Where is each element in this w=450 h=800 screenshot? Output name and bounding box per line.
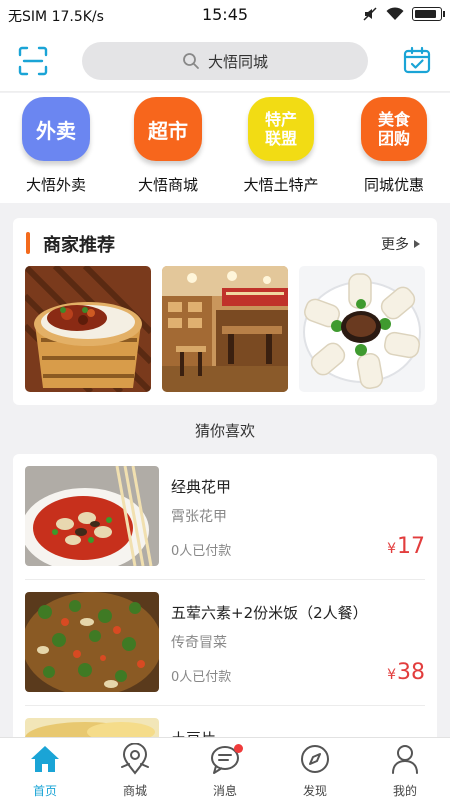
takeout-badge: 外卖 xyxy=(22,97,90,161)
item-paid-count: 0人已付款 xyxy=(171,544,232,559)
item-thumbnail xyxy=(25,592,159,692)
price-value: 17 xyxy=(397,534,425,559)
merchant-recommend-card: 商家推荐 更多 xyxy=(13,218,437,405)
restaurant-interior-image xyxy=(162,266,288,392)
mala-dish-image xyxy=(25,592,159,692)
tab-discover[interactable]: 发现 xyxy=(270,738,360,800)
map-pin-icon xyxy=(121,743,149,775)
person-icon xyxy=(392,745,418,774)
tab-label: 我的 xyxy=(392,784,417,798)
merchant-photo-restaurant[interactable] xyxy=(162,266,288,392)
wifi-icon xyxy=(386,7,404,20)
status-right xyxy=(362,6,445,22)
merchant-title: 商家推荐 xyxy=(43,235,115,256)
quick-link-specialty[interactable]: 特产 联盟 大悟土特产 xyxy=(225,97,337,195)
tab-home[interactable]: 首页 xyxy=(0,738,90,800)
clams-dish-image xyxy=(25,466,159,566)
quick-link-takeout[interactable]: 外卖 大悟外卖 xyxy=(0,97,112,195)
tab-messages[interactable]: 消息 xyxy=(180,738,270,800)
battery-icon xyxy=(412,7,445,21)
group-buy-badge: 美食 团购 xyxy=(361,97,427,161)
merchant-photo-rolls[interactable] xyxy=(299,266,425,392)
price-value: 38 xyxy=(397,660,425,685)
item-name: 五荤六素+2份米饭（2人餐） xyxy=(171,604,368,622)
quick-link-label: 大悟商城 xyxy=(137,176,198,194)
item-price: ¥17 xyxy=(387,534,425,559)
scan-icon[interactable] xyxy=(18,46,48,76)
supermarket-badge: 超市 xyxy=(134,97,202,161)
item-shop: 霄张花甲 xyxy=(171,509,227,525)
tab-label: 首页 xyxy=(32,784,57,798)
tab-profile[interactable]: 我的 xyxy=(360,738,450,800)
bottom-tab-bar: 首页 商城 消息 发现 我的 xyxy=(0,737,450,800)
quick-link-label: 大悟土特产 xyxy=(243,176,319,194)
battery-fill xyxy=(415,10,436,18)
recommend-list: 经典花甲 霄张花甲 0人已付款 ¥17 五荤六素+2份米饭（2人餐） 传奇冒菜 … xyxy=(13,454,437,754)
item-name: 经典花甲 xyxy=(171,478,232,496)
item-thumbnail xyxy=(25,466,159,566)
search-icon xyxy=(183,53,199,69)
calendar-check-icon[interactable] xyxy=(402,45,432,75)
tab-label: 发现 xyxy=(302,784,327,798)
quick-link-group-buy[interactable]: 美食 团购 同城优惠 xyxy=(338,97,450,195)
guess-section-title: 猜你喜欢 xyxy=(194,422,255,440)
quick-link-label: 大悟外卖 xyxy=(25,176,86,194)
tab-label: 消息 xyxy=(212,784,237,798)
item-paid-count: 0人已付款 xyxy=(171,670,232,685)
status-bar: 无SIM 17.5K/s 15:45 xyxy=(0,0,450,30)
quick-links: 外卖 大悟外卖 超市 大悟商城 特产 联盟 大悟土特产 美食 团购 同城优惠 xyxy=(0,93,450,203)
compass-icon xyxy=(301,745,329,773)
search-text: 大悟同城 xyxy=(207,52,268,71)
tab-mall[interactable]: 商城 xyxy=(90,738,180,800)
more-link[interactable]: 更多 xyxy=(381,234,421,254)
home-icon xyxy=(31,746,59,772)
section-accent-bar xyxy=(26,232,30,254)
list-item[interactable]: 五荤六素+2份米饭（2人餐） 传奇冒菜 0人已付款 ¥38 xyxy=(13,580,437,706)
quick-link-mall[interactable]: 超市 大悟商城 xyxy=(112,97,224,195)
rice-bucket-image xyxy=(25,266,151,392)
mute-icon xyxy=(363,7,377,21)
search-bar[interactable]: 大悟同城 xyxy=(82,42,368,80)
merchant-header: 商家推荐 更多 xyxy=(13,218,437,266)
item-shop: 传奇冒菜 xyxy=(171,635,227,651)
triangle-right-icon xyxy=(414,240,420,248)
item-price: ¥38 xyxy=(387,660,425,685)
merchant-photo-rice-bucket[interactable] xyxy=(25,266,151,392)
currency-symbol: ¥ xyxy=(387,541,396,557)
tab-label: 商城 xyxy=(122,784,147,798)
more-label: 更多 xyxy=(381,237,409,253)
unread-dot xyxy=(234,744,243,753)
quick-link-label: 同城优惠 xyxy=(363,176,424,194)
list-item[interactable]: 经典花甲 霄张花甲 0人已付款 ¥17 xyxy=(13,454,437,580)
rolls-dish-image xyxy=(299,266,425,392)
specialty-badge: 特产 联盟 xyxy=(248,97,314,161)
currency-symbol: ¥ xyxy=(387,667,396,683)
top-header: 大悟同城 xyxy=(0,30,450,92)
